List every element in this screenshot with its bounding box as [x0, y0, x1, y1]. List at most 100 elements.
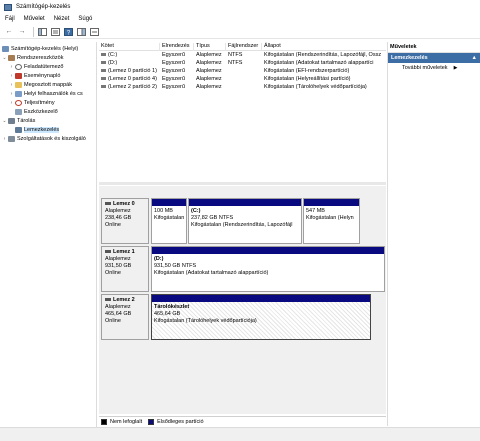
action-more-actions[interactable]: További műveletek ▶	[388, 63, 480, 73]
tree-item-performance[interactable]: › Teljesítmény	[9, 98, 55, 107]
forward-arrow-icon[interactable]: →	[17, 27, 27, 37]
partition-status: Kifogástalan (Rendszerindítás, Lapozófáj…	[191, 222, 293, 228]
table-cell: (C:)	[99, 52, 160, 58]
computer-icon	[2, 45, 9, 52]
disk-size: 238,46 GB	[105, 215, 132, 221]
disk-size: 931,50 GB	[105, 263, 132, 269]
legend-label: Elsődleges partíció	[157, 418, 204, 425]
chevron-right-icon[interactable]: ›	[2, 136, 7, 142]
column-header-filesystem[interactable]: Fájlrendszer	[226, 43, 262, 51]
chevron-up-icon[interactable]: ▲	[472, 55, 477, 61]
tree-item-storage[interactable]: ⌄ Tárolás	[2, 116, 35, 125]
partition[interactable]: 547 MB Kifogástalan (Helyn	[303, 198, 360, 244]
performance-icon	[15, 99, 22, 106]
tree-item-services[interactable]: › Szolgáltatások és kiszolgáló	[2, 134, 86, 143]
disk-row: Lemez 2 Alaplemez 465,64 GB Online Tárol…	[101, 294, 385, 340]
disk-row: Lemez 1 Alaplemez 931,50 GB Online (D:) …	[101, 246, 385, 292]
table-cell: NTFS	[226, 52, 262, 58]
chevron-right-icon[interactable]: ›	[9, 73, 14, 79]
partition[interactable]: (D:) 931,50 GB NTFS Kifogástalan (Adatok…	[151, 246, 385, 292]
export-icon[interactable]	[89, 27, 99, 37]
legend-item-unallocated: Nem lefoglalt	[101, 418, 143, 425]
chevron-right-icon[interactable]: ›	[9, 82, 14, 88]
partition[interactable]: 100 MB Kifogástalan	[151, 198, 187, 244]
partition[interactable]: Tárolókészlet 465,64 GB Kifogástalan (Tá…	[151, 294, 371, 340]
partition-bar	[152, 295, 370, 302]
disk-size: 465,64 GB	[105, 311, 132, 317]
chevron-right-icon[interactable]: ›	[9, 64, 14, 70]
partition-label: (C:)	[191, 208, 201, 214]
tree-item-root[interactable]: Számítógép-kezelés (Helyi)	[2, 44, 78, 53]
partition-label: Tárolókészlet	[154, 304, 190, 310]
cell-text: Alaplemez	[196, 60, 222, 66]
menu-action[interactable]: Művelet	[24, 16, 45, 22]
console-tree-icon[interactable]	[37, 27, 47, 37]
chevron-right-icon[interactable]: ›	[9, 100, 14, 106]
menu-file[interactable]: Fájl	[5, 16, 15, 22]
help-icon[interactable]: ?	[63, 27, 73, 37]
back-arrow-icon[interactable]: ←	[4, 27, 14, 37]
cell-text: Kifogástalan (EFI-rendszerpartíció)	[264, 68, 350, 74]
partition-status: Kifogástalan (Helyn	[306, 215, 354, 221]
chevron-down-icon[interactable]: ⌄	[2, 55, 7, 61]
disk-type: Alaplemez	[105, 304, 131, 310]
partition-bar	[152, 199, 186, 206]
disk-name: Lemez 2	[113, 297, 135, 303]
volume-list: Kötet Elrendezés Típus Fájlrendszer Álla…	[99, 42, 386, 182]
menu-help[interactable]: Súgó	[78, 16, 92, 22]
table-cell: Kifogástalan (EFI-rendszerpartíció)	[262, 68, 386, 74]
partition-size: 100 MB	[154, 208, 173, 214]
tree-item-system-tools[interactable]: ⌄ Rendszereszközök	[2, 53, 63, 62]
pane-splitter[interactable]	[99, 182, 386, 185]
table-row[interactable]: (Lemez 0 partíció 1) Egyszerű Alaplemez Kif…	[99, 68, 386, 76]
disk-info[interactable]: Lemez 0 Alaplemez 238,46 GB Online	[101, 198, 149, 244]
column-header-type[interactable]: Típus	[194, 43, 226, 51]
column-header-volume[interactable]: Kötet	[99, 43, 160, 51]
chevron-right-icon[interactable]: ›	[9, 91, 14, 97]
column-header-layout[interactable]: Elrendezés	[160, 43, 194, 51]
services-icon	[8, 135, 15, 142]
cell-text: Alaplemez	[196, 68, 222, 74]
table-row[interactable]: (C:) Egyszerű Alaplemez NTFS Kifogástalan (R…	[99, 52, 386, 60]
device-manager-icon	[15, 108, 22, 115]
disk-info[interactable]: Lemez 1 Alaplemez 931,50 GB Online	[101, 246, 149, 292]
table-cell: (Lemez 0 partíció 1)	[99, 68, 160, 74]
chevron-down-icon[interactable]: ⌄	[2, 118, 7, 124]
table-row[interactable]: (D:) Egyszerű Alaplemez NTFS Kifogástalan (A…	[99, 60, 386, 68]
disk-row: Lemez 0 Alaplemez 238,46 GB Online 100 M…	[101, 198, 385, 244]
volume-list-header: Kötet Elrendezés Típus Fájlrendszer Álla…	[99, 42, 386, 51]
partition-size: 547 MB	[306, 208, 325, 214]
tree-item-task-scheduler[interactable]: › Feladatütemező	[9, 62, 63, 71]
tree-item-disk-management[interactable]: Lemezkezelés	[9, 125, 60, 134]
cell-text: Alaplemez	[196, 52, 222, 58]
tree-item-event-viewer[interactable]: › Eseménynapló	[9, 71, 60, 80]
partition[interactable]: (C:) 237,82 GB NTFS Kifogástalan (Rendsz…	[188, 198, 302, 244]
column-header-status[interactable]: Állapot	[262, 43, 386, 51]
table-row[interactable]: (Lemez 2 partíció 2) Egyszerű Alaplemez Kif…	[99, 84, 386, 92]
storage-icon	[8, 117, 15, 124]
cell-text: Egyszerű	[162, 76, 185, 82]
tree-item-device-manager[interactable]: Eszközkezelő	[9, 107, 58, 116]
partition-status: Kifogástalan (Adatokat tartalmazó alappa…	[154, 270, 269, 276]
cell-text: Kifogástalan (Rendszerindítás, Lapozófáj…	[264, 52, 382, 58]
disk-info[interactable]: Lemez 2 Alaplemez 465,64 GB Online	[101, 294, 149, 340]
legend-label: Nem lefoglalt	[110, 418, 143, 425]
disk-status: Online	[105, 270, 121, 276]
table-cell: Kifogástalan (Helyreállítási partíció)	[262, 76, 386, 82]
properties-icon[interactable]	[50, 27, 60, 37]
table-cell: (Lemez 2 partíció 2)	[99, 84, 160, 90]
table-cell: (D:)	[99, 60, 160, 66]
actions-section-disk-management[interactable]: Lemezkezelés ▲	[388, 53, 480, 63]
show-hide-icon[interactable]	[76, 27, 86, 37]
legend: Nem lefoglalt Elsődleges partíció	[99, 416, 386, 426]
tree-label: Feladatütemező	[24, 63, 64, 70]
tree-item-shared-folders[interactable]: › Megosztott mappák	[9, 80, 72, 89]
tree-item-local-users[interactable]: › Helyi felhasználók és cs	[9, 89, 83, 98]
table-row[interactable]: (Lemez 0 partíció 4) Egyszerű Alaplemez Kif…	[99, 76, 386, 84]
menu-view[interactable]: Nézet	[54, 16, 70, 22]
tools-icon	[8, 54, 15, 61]
volume-icon	[101, 85, 106, 89]
table-cell: Alaplemez	[194, 76, 226, 82]
cell-text: Kifogástalan (Tárolóhelyek védőpartíciój…	[264, 84, 367, 90]
tree-label: Számítógép-kezelés (Helyi)	[11, 45, 79, 52]
